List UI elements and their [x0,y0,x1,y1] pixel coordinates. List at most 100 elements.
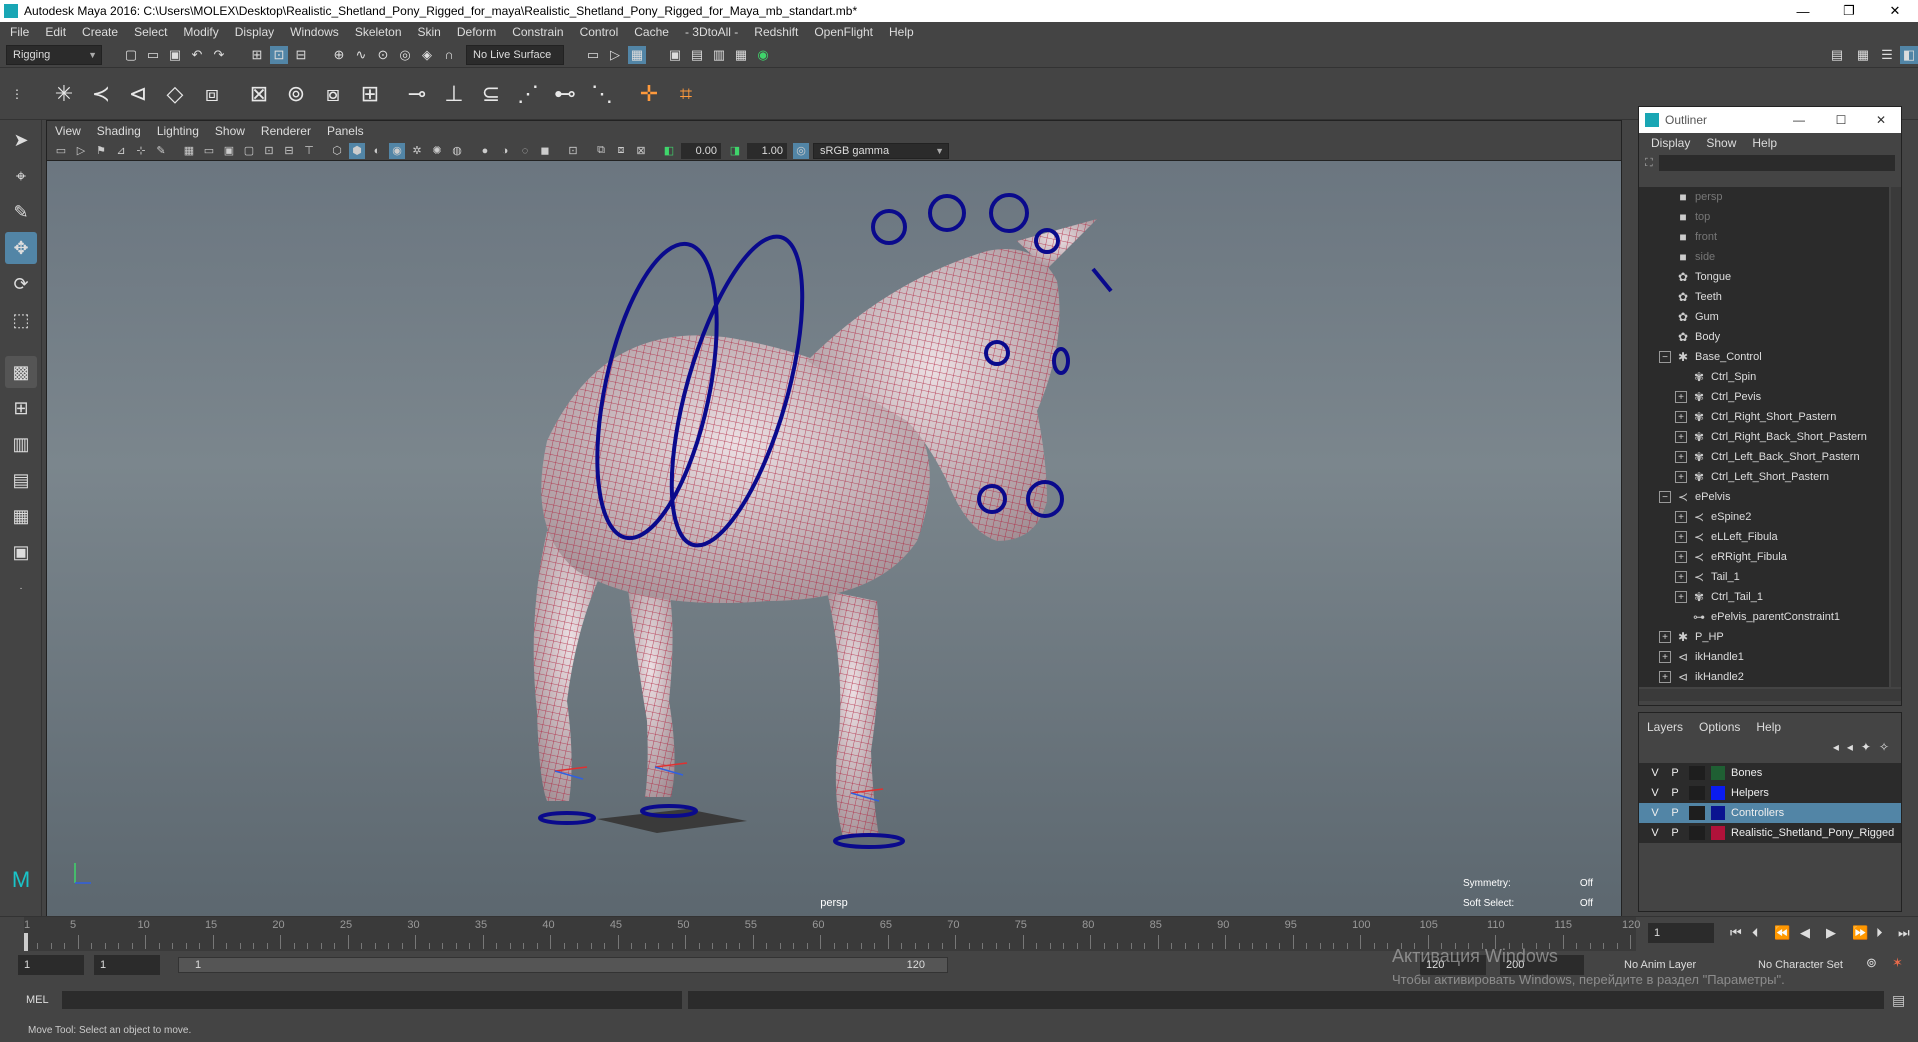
step-forward-key-icon[interactable]: ⏩ [1852,925,1868,941]
layer-display-type[interactable] [1689,826,1705,840]
layer-display-type[interactable] [1689,766,1705,780]
pole-vector-icon[interactable]: ⋱ [585,77,619,111]
layer-row[interactable]: V P Bones [1639,763,1901,783]
safe-action-icon[interactable]: ⊟ [281,143,297,159]
outliner-item[interactable]: + ✾ Ctrl_Left_Back_Short_Pastern [1639,447,1889,467]
render-sequence-icon[interactable]: ▤ [688,46,706,64]
persp-graph-layout-icon[interactable]: ▤ [5,464,37,496]
layer-color-swatch[interactable] [1711,766,1725,780]
exposure-field[interactable]: 0.00 [681,142,721,159]
outliner-item[interactable]: + ✾ Ctrl_Right_Back_Short_Pastern [1639,427,1889,447]
outliner-vertical-scrollbar[interactable] [1891,187,1901,687]
outliner-item[interactable]: + ≺ eSpine2 [1639,507,1889,527]
script-editor-icon[interactable]: ▤ [1892,992,1905,1009]
expand-toggle-icon[interactable]: + [1659,631,1671,643]
layer-color-swatch[interactable] [1711,826,1725,840]
layers-menu-options[interactable]: Options [1699,720,1740,734]
outliner-list[interactable]: ■ persp ■ top ■ front ■ side ✿ Tongue ✿ Teeth ✿ Gum ✿ B… [1639,187,1889,687]
menu-control[interactable]: Control [580,25,619,39]
select-tool-icon[interactable]: ➤ [5,124,37,156]
viewport-menu-lighting[interactable]: Lighting [157,124,199,138]
render-settings-icon[interactable]: ▦ [732,46,750,64]
motion-blur-icon[interactable]: ● [477,143,493,159]
viewport-menu-show[interactable]: Show [215,124,245,138]
menu-3dtoall[interactable]: - 3DtoAll - [685,25,738,39]
outliner-horizontal-scrollbar[interactable] [1639,689,1901,701]
locator-icon[interactable]: ✛ [632,77,666,111]
layer-row[interactable]: V P Realistic_Shetland_Pony_Rigged [1639,823,1901,843]
four-view-layout-icon[interactable]: ⊞ [5,392,37,424]
menu-skin[interactable]: Skin [418,25,441,39]
layer-row[interactable]: V P Controllers [1639,803,1901,823]
magnet-icon[interactable]: ∩ [440,46,458,64]
gamma-field[interactable]: 1.00 [747,142,787,159]
menu-select[interactable]: Select [134,25,167,39]
backface-icon[interactable]: ⊠ [633,143,649,159]
layer-color-swatch[interactable] [1711,806,1725,820]
grid-icon[interactable]: ▦ [181,143,197,159]
use-all-lights-icon[interactable]: ✲ [409,143,425,159]
play-back-icon[interactable]: ◀ [1800,925,1810,941]
wireframe-on-shaded-icon[interactable]: ◐ [369,143,385,159]
move-layer-up-icon[interactable]: ◂ [1833,740,1839,754]
snap-point-icon[interactable]: ⊙ [374,46,392,64]
view-transform-dropdown[interactable]: sRGB gamma ▼ [813,142,949,159]
new-layer-icon[interactable]: ✦ [1861,740,1871,754]
range-start-field[interactable]: 1 [18,955,84,975]
outliner-item[interactable]: ■ top [1639,207,1889,227]
expand-toggle-icon[interactable]: + [1659,651,1671,663]
lasso-tool-icon[interactable]: ⌖ [5,160,37,192]
shadows-icon[interactable]: ✺ [429,143,445,159]
persp-node-layout-icon[interactable]: ▣ [5,536,37,568]
screen-space-ao-icon[interactable]: ◍ [449,143,465,159]
modeling-toolkit-icon[interactable]: ▤ [1828,46,1846,64]
expand-toggle-icon[interactable]: + [1675,591,1687,603]
snap-view-icon[interactable]: ◎ [396,46,414,64]
snap-grid-icon[interactable]: ⊕ [330,46,348,64]
step-forward-icon[interactable]: ⏵ [1876,925,1883,941]
expand-toggle-icon[interactable]: + [1659,671,1671,683]
xray-icon[interactable]: ⊡ [565,143,581,159]
menu-deform[interactable]: Deform [457,25,496,39]
horse-mesh[interactable] [533,219,1097,837]
anim-prefs-icon[interactable]: ✶ [1892,955,1903,971]
textured-icon[interactable]: ◉ [389,142,405,159]
layer-visibility-toggle[interactable]: V [1645,827,1665,839]
expand-toggle-icon[interactable]: + [1675,431,1687,443]
viewport-menu-panels[interactable]: Panels [327,124,364,138]
outliner-item[interactable]: ■ persp [1639,187,1889,207]
input-ops-icon[interactable]: ▭ [584,46,602,64]
depth-of-field-icon[interactable]: ◌ [517,143,533,159]
multisample-aa-icon[interactable]: ◑ [497,143,513,159]
expand-toggle-icon[interactable]: + [1675,451,1687,463]
command-language-label[interactable]: MEL [0,994,58,1006]
expand-toggle-icon[interactable]: − [1659,491,1671,503]
select-camera-icon[interactable]: ▭ [53,143,69,159]
outliner-item[interactable]: − ≺ ePelvis [1639,487,1889,507]
outliner-item[interactable]: ■ front [1639,227,1889,247]
outliner-item[interactable]: + ✱ P_HP [1639,627,1889,647]
expand-toggle-icon[interactable]: − [1659,351,1671,363]
layer-visibility-toggle[interactable]: V [1645,767,1665,779]
outliner-item[interactable]: − ✱ Base_Control [1639,347,1889,367]
current-time-indicator[interactable] [24,933,28,951]
layer-color-swatch[interactable] [1711,786,1725,800]
viewport-canvas[interactable]: persp Symmetry: Off Soft Select: Off [47,161,1621,919]
outliner-search-input[interactable] [1658,155,1895,171]
gate-mask-icon[interactable]: ▢ [241,143,257,159]
outliner-item[interactable]: ✿ Teeth [1639,287,1889,307]
isolate-select-icon[interactable]: ◼ [537,143,553,159]
layer-visibility-toggle[interactable]: V [1645,787,1665,799]
aim-constraint-icon[interactable]: ⊥ [437,77,471,111]
new-layer-selected-icon[interactable]: ✧ [1879,740,1889,754]
play-forward-icon[interactable]: ▶ [1826,925,1836,941]
menu-display[interactable]: Display [235,25,274,39]
menu-openflight[interactable]: OpenFlight [814,25,873,39]
outliner-item[interactable]: ⊶ ePelvis_parentConstraint1 [1639,607,1889,627]
live-surface-field[interactable]: No Live Surface [466,44,564,65]
tool-settings-icon[interactable]: ☰ [1878,46,1896,64]
layers-menu-help[interactable]: Help [1756,720,1781,734]
menu-edit[interactable]: Edit [45,25,66,39]
2d-pan-icon[interactable]: ⊹ [133,143,149,159]
resolution-gate-icon[interactable]: ▣ [221,143,237,159]
